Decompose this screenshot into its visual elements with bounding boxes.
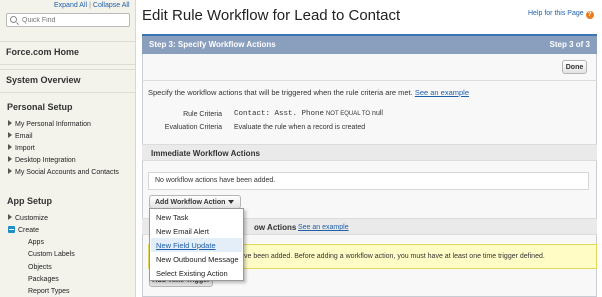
rule-criteria-operator: NOT EQUAL TO bbox=[325, 111, 371, 117]
time-dependent-actions-title: ow Actions bbox=[254, 223, 297, 232]
step-header: Step 3: Specify Workflow Actions Step 3 … bbox=[142, 34, 597, 54]
menu-item-new-email-alert[interactable]: New Email Alert bbox=[151, 224, 242, 238]
sidebar-item-label: My Social Accounts and Contacts bbox=[15, 169, 119, 176]
workflow-action-dropdown: New Task New Email Alert New Field Updat… bbox=[149, 208, 244, 281]
personal-setup-heading: Personal Setup bbox=[7, 102, 73, 112]
expand-all-link[interactable]: Expand All bbox=[54, 2, 87, 9]
rule-criteria-value: Contact: Asst. Phone NOT EQUAL TO null bbox=[234, 110, 383, 118]
sidebar-sub-packages[interactable]: Packages bbox=[28, 276, 59, 283]
step-title: Step 3: Specify Workflow Actions bbox=[149, 40, 276, 49]
search-icon bbox=[10, 16, 17, 23]
evaluation-criteria-label: Evaluation Criteria bbox=[164, 124, 222, 131]
sidebar-sub-custom-labels[interactable]: Custom Labels bbox=[28, 251, 75, 258]
expand-triangle-icon bbox=[8, 132, 12, 138]
sidebar-sub-report-types[interactable]: Report Types bbox=[28, 288, 70, 295]
sidebar-item-email[interactable]: Email bbox=[8, 132, 33, 140]
step-count: Step 3 of 3 bbox=[549, 40, 590, 49]
link-separator: | bbox=[89, 2, 91, 9]
menu-item-select-existing-action[interactable]: Select Existing Action bbox=[151, 266, 242, 280]
chevron-down-icon bbox=[228, 200, 234, 204]
rule-criteria-null: null bbox=[372, 110, 383, 117]
sidebar-item-label: Desktop Integration bbox=[15, 157, 76, 164]
sidebar-item-label: Create bbox=[18, 227, 40, 234]
add-workflow-action-label: Add Workflow Action bbox=[155, 198, 226, 206]
menu-item-new-outbound-message[interactable]: New Outbound Message bbox=[151, 252, 242, 266]
step-description: Specify the workflow actions that will b… bbox=[148, 88, 469, 97]
sidebar-item-social-accounts[interactable]: My Social Accounts and Contacts bbox=[8, 168, 119, 176]
sidebar-sub-apps[interactable]: Apps bbox=[28, 239, 44, 246]
nav-force-home[interactable]: Force.com Home bbox=[0, 41, 135, 65]
sidebar-item-my-personal-information[interactable]: My Personal Information bbox=[8, 120, 91, 128]
sidebar-item-label: Import bbox=[15, 145, 35, 152]
rule-criteria-field: Contact: Asst. Phone bbox=[234, 110, 325, 118]
no-actions-text: No workflow actions have been added. bbox=[155, 177, 276, 184]
sidebar-item-import[interactable]: Import bbox=[8, 144, 35, 152]
sidebar-item-label: Email bbox=[15, 133, 33, 140]
evaluation-criteria-value: Evaluate the rule when a record is creat… bbox=[234, 124, 366, 131]
quick-find-box bbox=[6, 13, 130, 27]
expand-triangle-icon bbox=[8, 214, 12, 220]
help-icon: ? bbox=[585, 11, 594, 19]
menu-item-new-task[interactable]: New Task bbox=[151, 210, 242, 224]
sidebar-item-desktop-integration[interactable]: Desktop Integration bbox=[8, 156, 76, 164]
immediate-actions-header: Immediate Workflow Actions bbox=[142, 144, 597, 161]
divider bbox=[142, 80, 597, 81]
sidebar-expand-collapse: Expand All | Collapse All bbox=[54, 2, 130, 9]
sidebar-item-create[interactable]: Create bbox=[8, 226, 39, 234]
no-actions-box: No workflow actions have been added. bbox=[148, 172, 589, 190]
done-button[interactable]: Done bbox=[562, 60, 587, 74]
time-see-example-link[interactable]: See an example bbox=[298, 224, 349, 231]
page-title: Edit Rule Workflow for Lead to Contact bbox=[142, 7, 401, 24]
expand-triangle-icon bbox=[8, 120, 12, 126]
rule-criteria-label: Rule Criteria bbox=[183, 111, 222, 118]
see-example-link[interactable]: See an example bbox=[415, 88, 469, 97]
sidebar-item-customize[interactable]: Customize bbox=[8, 214, 48, 222]
description-text: Specify the workflow actions that will b… bbox=[148, 88, 413, 97]
collapse-box-icon bbox=[8, 226, 15, 233]
add-workflow-action-button[interactable]: Add Workflow Action bbox=[149, 195, 241, 209]
immediate-actions-title: Immediate Workflow Actions bbox=[151, 149, 260, 158]
sidebar-sub-objects[interactable]: Objects bbox=[28, 264, 52, 271]
help-link[interactable]: Help for this Page? bbox=[528, 10, 594, 19]
setup-sidebar: Expand All|Collapse All Force.com Home S… bbox=[0, 0, 136, 297]
warning-text: ve been added. Before adding a workflow … bbox=[244, 253, 545, 260]
app-setup-heading: App Setup bbox=[7, 196, 52, 206]
nav-system-overview[interactable]: System Overview bbox=[0, 69, 135, 93]
expand-triangle-icon bbox=[8, 156, 12, 162]
expand-triangle-icon bbox=[8, 144, 12, 150]
quick-find-input[interactable] bbox=[22, 15, 126, 26]
sidebar-item-label: My Personal Information bbox=[15, 121, 91, 128]
help-link-label: Help for this Page bbox=[528, 10, 584, 17]
expand-triangle-icon bbox=[8, 168, 12, 174]
collapse-all-link[interactable]: Collapse All bbox=[93, 2, 130, 9]
sidebar-item-label: Customize bbox=[15, 215, 49, 222]
menu-item-new-field-update[interactable]: New Field Update bbox=[151, 238, 242, 252]
